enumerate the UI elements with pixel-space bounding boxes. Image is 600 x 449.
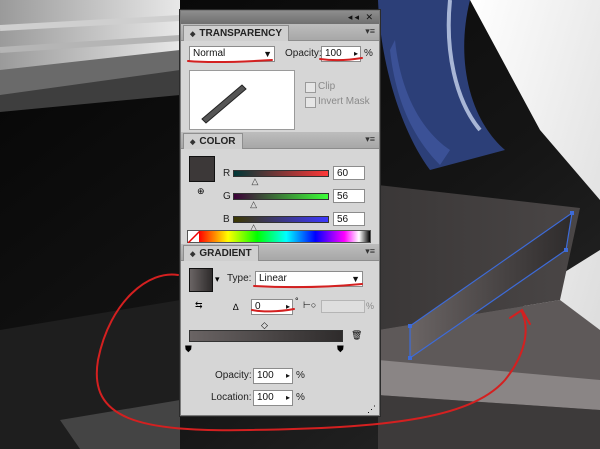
- aspect-ratio-unit: %: [366, 301, 375, 311]
- invert-mask-checkbox[interactable]: [305, 97, 316, 108]
- panel-title-bar[interactable]: ◂◂ ✕: [181, 11, 379, 24]
- transparency-header: ◆ TRANSPARENCY ▾≡: [181, 24, 379, 41]
- channel-r-thumb[interactable]: △: [252, 177, 259, 186]
- channel-g-input[interactable]: 56: [333, 189, 365, 203]
- dropdown-arrow-icon: ▼: [351, 274, 360, 284]
- channel-g-thumb[interactable]: △: [250, 200, 257, 209]
- angle-input[interactable]: 0 ▸: [251, 299, 293, 315]
- color-header: ◆ COLOR ▾≡: [181, 132, 379, 149]
- gradient-panel: ◆ GRADIENT ▾≡ ▾ Type: Linear ▼ ⇆ ∆ 0 ▸ ° …: [181, 244, 379, 415]
- location-stepper-icon[interactable]: ▸: [286, 391, 290, 405]
- panel-menu-icon[interactable]: ▾≡: [365, 246, 375, 257]
- color-stop-right[interactable]: ⛊: [337, 344, 344, 355]
- angle-unit: °: [295, 296, 299, 306]
- tab-gradient[interactable]: ◆ GRADIENT: [183, 245, 259, 261]
- none-color-icon[interactable]: [188, 231, 200, 243]
- location-unit: %: [296, 392, 305, 403]
- location-value: 100: [257, 392, 274, 403]
- angle-stepper-icon[interactable]: ▸: [286, 300, 290, 314]
- channel-b-slider[interactable]: [233, 216, 329, 223]
- color-stop-left[interactable]: ⛊: [185, 344, 192, 355]
- thumbnail-shape: [201, 84, 247, 124]
- stop-opacity-unit: %: [296, 370, 305, 381]
- gradient-swatch-arrow-icon[interactable]: ▾: [215, 274, 220, 285]
- invert-mask-label: Invert Mask: [318, 96, 370, 107]
- opacity-unit: %: [364, 48, 373, 59]
- tab-transparency-label: TRANSPARENCY: [199, 28, 282, 39]
- channel-r-slider[interactable]: [233, 170, 329, 177]
- collapse-triangle-icon[interactable]: ◆: [190, 139, 195, 146]
- stop-opacity-input[interactable]: 100 ▸: [253, 368, 293, 384]
- angle-value: 0: [255, 301, 261, 312]
- fill-swatch[interactable]: [189, 156, 215, 182]
- channel-g-slider[interactable]: [233, 193, 329, 200]
- tab-transparency[interactable]: ◆ TRANSPARENCY: [183, 25, 289, 41]
- panel-menu-icon[interactable]: ▾≡: [365, 26, 375, 37]
- channel-r-label: R: [223, 168, 231, 179]
- panel-stack: ◂◂ ✕ ◆ TRANSPARENCY ▾≡ Normal ▼ Opacity: …: [180, 10, 380, 416]
- collapse-triangle-icon[interactable]: ◆: [190, 251, 195, 258]
- resize-grip-icon[interactable]: ⋰: [367, 404, 376, 415]
- location-input[interactable]: 100 ▸: [253, 390, 293, 406]
- stop-opacity-stepper-icon[interactable]: ▸: [286, 369, 290, 383]
- location-label: Location:: [211, 392, 252, 403]
- color-spectrum[interactable]: [187, 230, 371, 243]
- tab-color[interactable]: ◆ COLOR: [183, 133, 243, 149]
- gradient-header: ◆ GRADIENT ▾≡: [181, 244, 379, 261]
- aspect-ratio-input: [321, 300, 365, 313]
- delete-stop-icon[interactable]: 🗑: [351, 330, 362, 341]
- gradient-type-label: Type:: [227, 273, 252, 284]
- gradient-type-dropdown[interactable]: Linear ▼: [255, 271, 363, 287]
- stop-opacity-label: Opacity:: [215, 370, 252, 381]
- collapse-close-icons[interactable]: ◂◂ ✕: [348, 12, 375, 23]
- clip-checkbox[interactable]: [305, 82, 316, 93]
- object-thumbnail[interactable]: [189, 70, 295, 130]
- aspect-ratio-icon: ⊢○: [303, 300, 317, 310]
- channel-r-input[interactable]: 60: [333, 166, 365, 180]
- opacity-label: Opacity:: [285, 48, 322, 59]
- out-of-gamut-icon[interactable]: ⊕: [197, 186, 205, 197]
- dropdown-arrow-icon: ▼: [263, 49, 272, 59]
- channel-b-input[interactable]: 56: [333, 212, 365, 226]
- tab-color-label: COLOR: [199, 136, 236, 147]
- gradient-slider[interactable]: [189, 330, 343, 342]
- transparency-panel: ◆ TRANSPARENCY ▾≡ Normal ▼ Opacity: 100 ▸…: [181, 24, 379, 132]
- opacity-value: 100: [325, 48, 342, 59]
- angle-icon: ∆: [233, 302, 239, 312]
- gradient-type-value: Linear: [259, 273, 287, 284]
- channel-b-label: B: [223, 214, 230, 225]
- clip-label: Clip: [318, 81, 336, 92]
- stop-opacity-value: 100: [257, 370, 274, 381]
- opacity-stepper-icon[interactable]: ▸: [354, 47, 358, 61]
- collapse-triangle-icon[interactable]: ◆: [190, 31, 195, 38]
- gradient-swatch[interactable]: [189, 268, 213, 292]
- blend-mode-value: Normal: [193, 48, 226, 59]
- opacity-input[interactable]: 100 ▸: [321, 46, 361, 62]
- reverse-gradient-icon[interactable]: ⇆: [195, 300, 203, 311]
- blend-mode-dropdown[interactable]: Normal ▼: [189, 46, 275, 62]
- color-panel: ◆ COLOR ▾≡ ⊕ R △ 60 G △ 56 B △ 56: [181, 132, 379, 243]
- tab-gradient-label: GRADIENT: [199, 248, 252, 259]
- channel-g-label: G: [223, 191, 231, 202]
- panel-menu-icon[interactable]: ▾≡: [365, 134, 375, 145]
